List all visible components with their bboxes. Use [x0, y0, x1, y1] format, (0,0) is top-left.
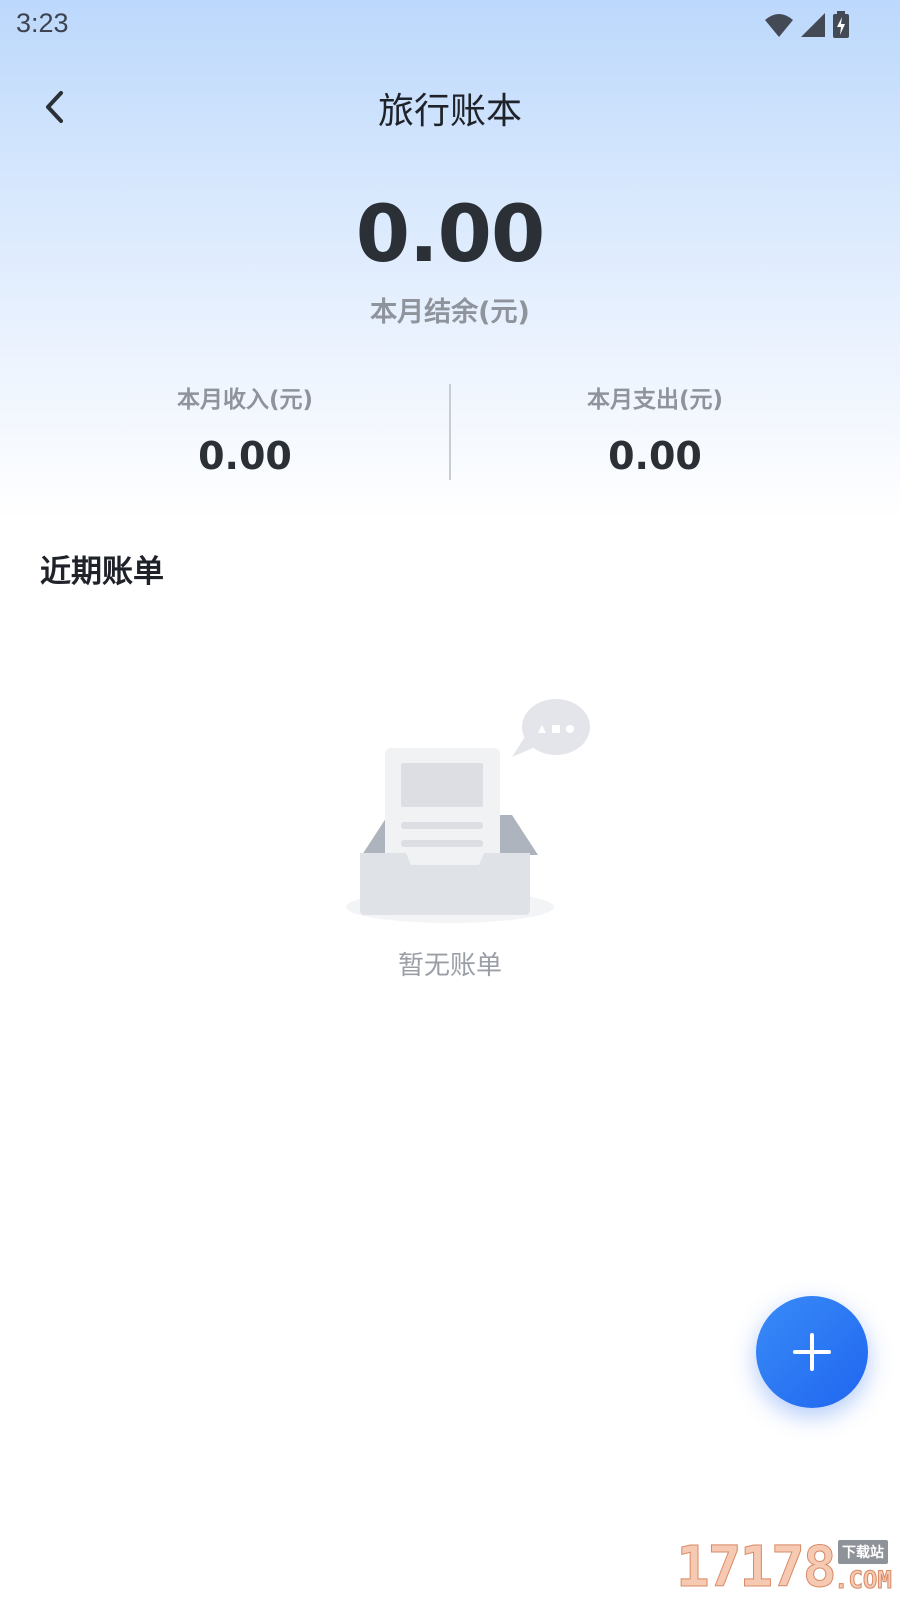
empty-state-text: 暂无账单 — [397, 951, 502, 981]
top-nav: 旅行账本 — [0, 70, 900, 140]
income-stat: 本月收入(元) 0.00 — [20, 380, 470, 478]
watermark-logo: 17178 下载站 .COM — [676, 1535, 900, 1600]
income-value: 0.00 — [198, 434, 292, 478]
status-bar: 3:23 — [0, 0, 900, 50]
add-bill-button[interactable] — [756, 1296, 868, 1408]
page-title: 旅行账本 — [377, 91, 522, 132]
empty-inbox-icon — [346, 699, 590, 923]
expense-value: 0.00 — [608, 434, 702, 478]
expense-stat: 本月支出(元) 0.00 — [450, 380, 860, 478]
expense-label: 本月支出(元) — [586, 387, 724, 413]
monthly-stats: 本月收入(元) 0.00 本月支出(元) 0.00 — [0, 380, 900, 480]
recent-bills-title: 近期账单 — [40, 554, 164, 590]
income-label: 本月收入(元) — [176, 387, 314, 413]
empty-state-illustration — [340, 695, 590, 935]
status-icons — [764, 10, 850, 40]
balance-label: 本月结余(元) — [370, 297, 530, 328]
wifi-icon — [765, 14, 793, 37]
battery-charging-icon — [833, 11, 849, 38]
watermark-digits: 17178 — [676, 1535, 838, 1600]
watermark-suffix: .COM — [834, 1566, 893, 1595]
signal-icon — [801, 13, 825, 37]
watermark-badge: 下载站 — [838, 1540, 888, 1564]
plus-icon — [793, 1333, 831, 1371]
status-time: 3:23 — [16, 8, 69, 38]
balance-amount: 0.00 — [355, 190, 545, 280]
